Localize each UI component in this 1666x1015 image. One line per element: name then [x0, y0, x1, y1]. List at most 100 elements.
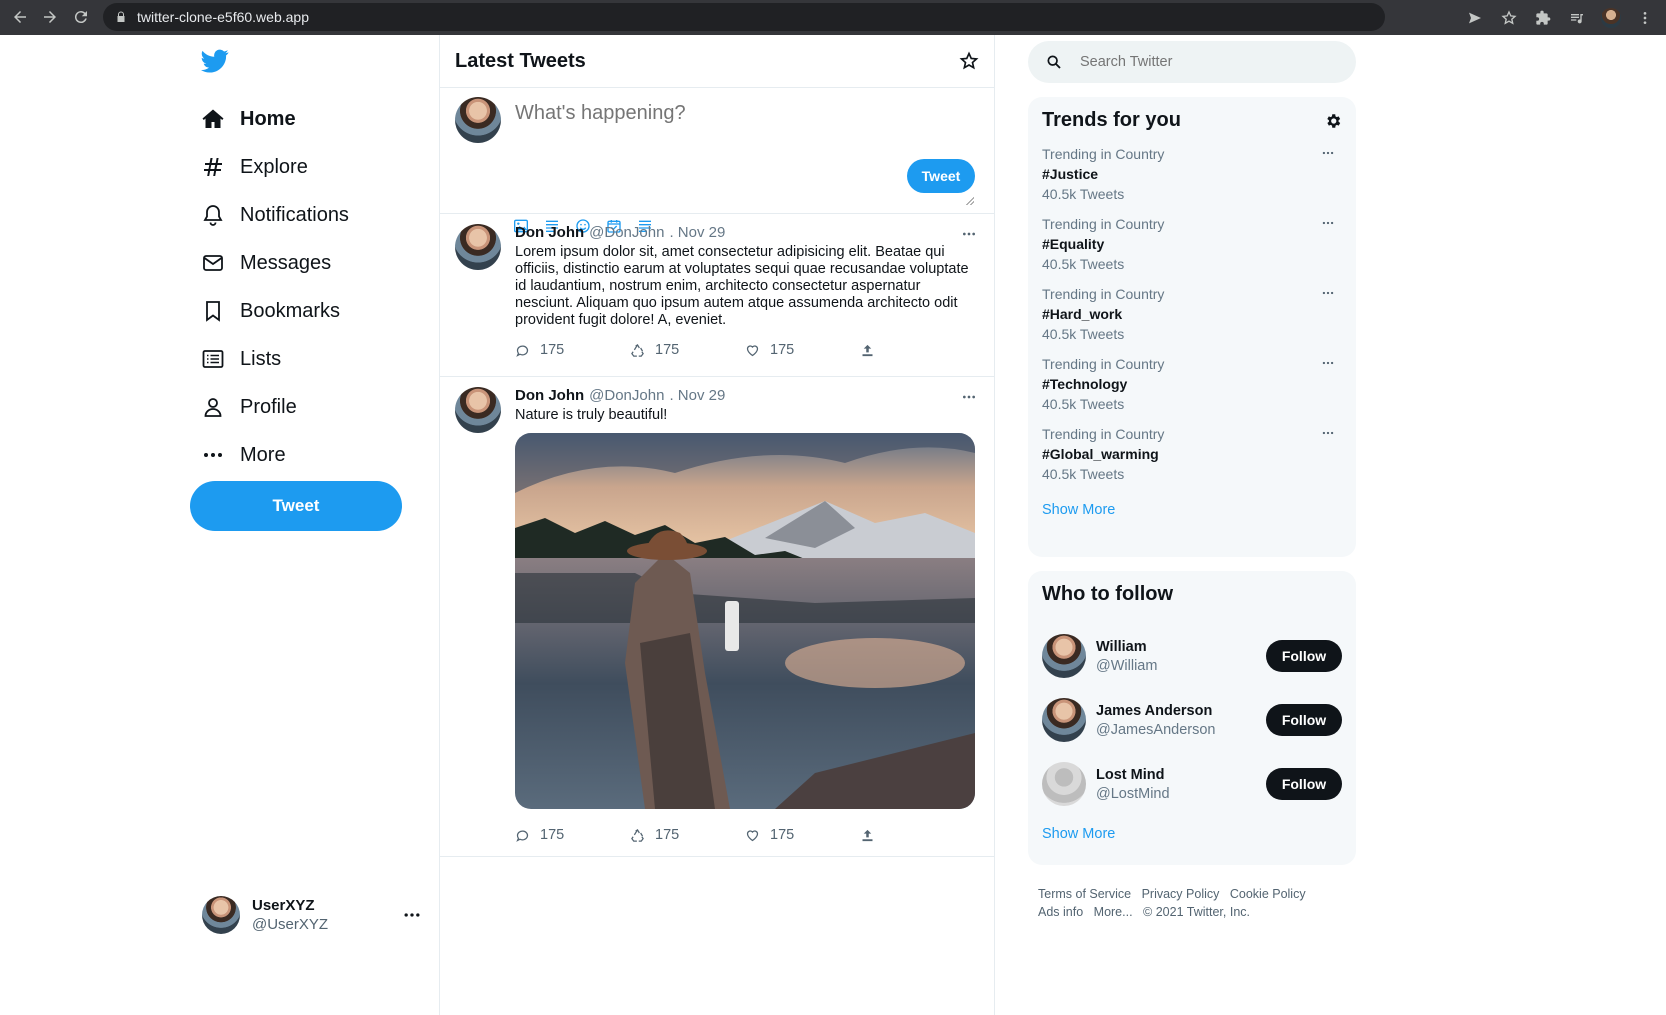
twitter-page: Home Explore Notifications Messages Book…: [0, 35, 1666, 1015]
tweet-input[interactable]: [515, 102, 975, 154]
follow-suggestion[interactable]: William @William Follow: [1042, 634, 1342, 678]
list-icon: [200, 346, 226, 372]
nav-messages[interactable]: Messages: [200, 239, 430, 287]
footer-links: Terms of Service Privacy Policy Cookie P…: [1028, 885, 1356, 921]
resize-handle-icon[interactable]: [966, 197, 974, 205]
trend-count: 40.5k Tweets: [1042, 466, 1125, 482]
nav-home[interactable]: Home: [200, 95, 430, 143]
suggestion-name: Lost Mind: [1096, 766, 1165, 783]
footer-ads-link[interactable]: Ads info: [1038, 905, 1083, 919]
settings-gear-icon[interactable]: [1324, 112, 1342, 130]
follow-button[interactable]: Follow: [1266, 640, 1342, 672]
share-icon: [862, 344, 873, 356]
reply-button[interactable]: 175: [515, 342, 630, 358]
footer-more-link[interactable]: More...: [1094, 905, 1133, 919]
forward-button[interactable]: [35, 2, 65, 32]
account-more-icon[interactable]: [402, 905, 422, 925]
send-tab-button[interactable]: [1460, 3, 1490, 33]
address-bar[interactable]: twitter-clone-e5f60.web.app: [103, 3, 1385, 31]
trend-more-icon[interactable]: [1320, 286, 1336, 300]
tweet-text: Nature is truly beautiful!: [515, 407, 668, 423]
retweet-button[interactable]: 175: [630, 827, 745, 843]
profile-button[interactable]: [1596, 3, 1626, 33]
avatar[interactable]: [455, 387, 501, 433]
reload-button[interactable]: [66, 2, 96, 32]
trend-count: 40.5k Tweets: [1042, 256, 1125, 272]
mail-icon: [200, 250, 226, 276]
tweet-author-name[interactable]: Don John: [515, 387, 584, 404]
nav-notifications-label: Notifications: [240, 203, 349, 226]
recycle-icon: [631, 343, 644, 357]
search-icon: [1047, 55, 1061, 69]
address-bar-url: twitter-clone-e5f60.web.app: [137, 9, 309, 25]
trend-more-icon[interactable]: [1320, 426, 1336, 440]
tweet-author-name[interactable]: Don John: [515, 224, 584, 241]
footer-terms-link[interactable]: Terms of Service: [1038, 887, 1131, 901]
search-input[interactable]: [1080, 54, 1330, 70]
hashtag-icon: [200, 154, 226, 180]
trend-item[interactable]: Trending in Country #Equality 40.5k Twee…: [1042, 216, 1342, 272]
follow-show-more-link[interactable]: Show More: [1042, 826, 1342, 842]
search-bar[interactable]: [1028, 41, 1356, 83]
follow-suggestion[interactable]: Lost Mind @LostMind Follow: [1042, 762, 1342, 806]
trend-hashtag: #Hard_work: [1042, 306, 1123, 322]
trend-more-icon[interactable]: [1320, 146, 1336, 160]
chrome-menu-button[interactable]: [1630, 3, 1660, 33]
retweet-count: 175: [655, 827, 680, 843]
suggestion-name: James Anderson: [1096, 702, 1213, 719]
composer-tweet-button[interactable]: Tweet: [907, 159, 975, 193]
left-sidebar: Home Explore Notifications Messages Book…: [190, 35, 440, 1015]
reply-button[interactable]: 175: [515, 827, 630, 843]
send-icon: [1469, 12, 1481, 23]
like-button[interactable]: 175: [745, 827, 860, 843]
follow-suggestion[interactable]: James Anderson @JamesAnderson Follow: [1042, 698, 1342, 742]
tweet-image[interactable]: [515, 433, 975, 809]
nav-lists[interactable]: Lists: [200, 335, 430, 383]
retweet-button[interactable]: 175: [630, 342, 745, 358]
follow-button[interactable]: Follow: [1266, 768, 1342, 800]
twitter-logo-icon[interactable]: [201, 47, 229, 75]
default-avatar: [1042, 762, 1086, 806]
trends-show-more-link[interactable]: Show More: [1042, 502, 1342, 518]
share-icon: [862, 829, 873, 841]
share-button[interactable]: [860, 827, 975, 843]
top-tweets-star-icon[interactable]: [959, 51, 979, 71]
bookmark-star-button[interactable]: [1494, 3, 1524, 33]
tweet-more-icon[interactable]: [960, 226, 978, 242]
trend-item[interactable]: Trending in Country #Global_warming 40.5…: [1042, 426, 1342, 482]
trend-item[interactable]: Trending in Country #Hard_work 40.5k Twe…: [1042, 286, 1342, 342]
avatar[interactable]: [455, 224, 501, 270]
reply-count: 175: [540, 827, 565, 843]
follow-button[interactable]: Follow: [1266, 704, 1342, 736]
nav-bookmarks[interactable]: Bookmarks: [200, 287, 430, 335]
footer-cookie-link[interactable]: Cookie Policy: [1230, 887, 1306, 901]
nav-explore[interactable]: Explore: [200, 143, 430, 191]
account-switcher[interactable]: UserXYZ @UserXYZ: [202, 895, 422, 935]
nav-notifications[interactable]: Notifications: [200, 191, 430, 239]
like-button[interactable]: 175: [745, 342, 860, 358]
nav-more[interactable]: More: [200, 431, 430, 479]
profile-avatar: [1601, 7, 1621, 28]
retweet-count: 175: [655, 342, 680, 358]
extensions-button[interactable]: [1528, 3, 1558, 33]
account-handle: @UserXYZ: [252, 916, 329, 933]
trend-more-icon[interactable]: [1320, 356, 1336, 370]
tweet-author-handle: @DonJohn: [589, 387, 665, 404]
user-icon: [200, 394, 226, 420]
heart-icon: [746, 829, 759, 841]
trend-item[interactable]: Trending in Country #Justice 40.5k Tweet…: [1042, 146, 1342, 202]
trend-item[interactable]: Trending in Country #Technology 40.5k Tw…: [1042, 356, 1342, 412]
trend-more-icon[interactable]: [1320, 216, 1336, 230]
footer-privacy-link[interactable]: Privacy Policy: [1142, 887, 1220, 901]
nav-profile[interactable]: Profile: [200, 383, 430, 431]
nav-explore-label: Explore: [240, 155, 308, 178]
tweet-more-icon[interactable]: [960, 389, 978, 405]
sidebar-tweet-button[interactable]: Tweet: [190, 481, 402, 531]
reading-list-button[interactable]: [1562, 3, 1592, 33]
tweet: Don John @DonJohn . Nov 29 Nature is tru…: [440, 377, 994, 857]
share-button[interactable]: [860, 342, 975, 358]
trend-hashtag: #Equality: [1042, 236, 1105, 252]
trend-category: Trending in Country: [1042, 146, 1165, 162]
trend-count: 40.5k Tweets: [1042, 396, 1125, 412]
back-button[interactable]: [5, 2, 35, 32]
